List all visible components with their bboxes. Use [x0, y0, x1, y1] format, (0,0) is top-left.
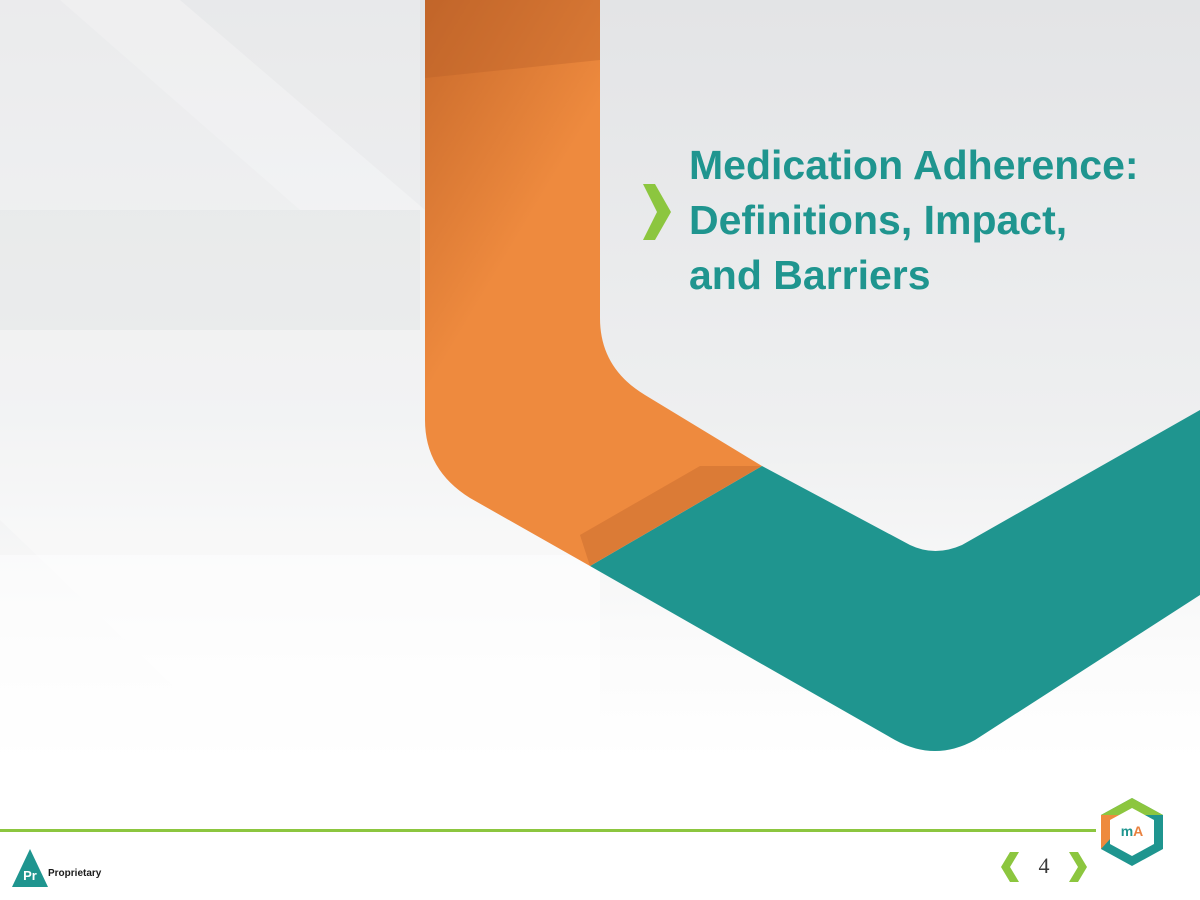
slide-pager: 4	[996, 850, 1092, 884]
chevron-right-icon	[1069, 852, 1087, 882]
slide-title: Medication Adherence: Definitions, Impac…	[689, 138, 1189, 303]
logo-letter-m: m	[1120, 823, 1134, 839]
footer-divider	[0, 829, 1096, 832]
slide: Medication Adherence: Definitions, Impac…	[0, 0, 1200, 900]
proprietary-badge: Pr Proprietary	[12, 848, 122, 888]
slide-title-line: Medication Adherence:	[689, 142, 1139, 188]
page-number: 4	[1038, 853, 1050, 878]
gray-facet	[0, 210, 420, 330]
badge-label: Proprietary	[48, 868, 102, 879]
slide-title-line: and Barriers	[689, 252, 931, 298]
background-artwork	[0, 0, 1200, 760]
hexagon-logo-icon: mA	[1097, 796, 1167, 868]
logo-letter-a: A	[1133, 823, 1144, 839]
previous-slide-button[interactable]	[1000, 850, 1020, 884]
chevron-right-icon	[643, 184, 671, 240]
chevron-left-icon	[1001, 852, 1019, 882]
next-slide-button[interactable]	[1068, 850, 1088, 884]
badge-abbreviation: Pr	[23, 868, 37, 883]
slide-title-line: Definitions, Impact,	[689, 197, 1068, 243]
gray-facet	[0, 555, 600, 760]
logo-text: mA	[1097, 822, 1167, 840]
